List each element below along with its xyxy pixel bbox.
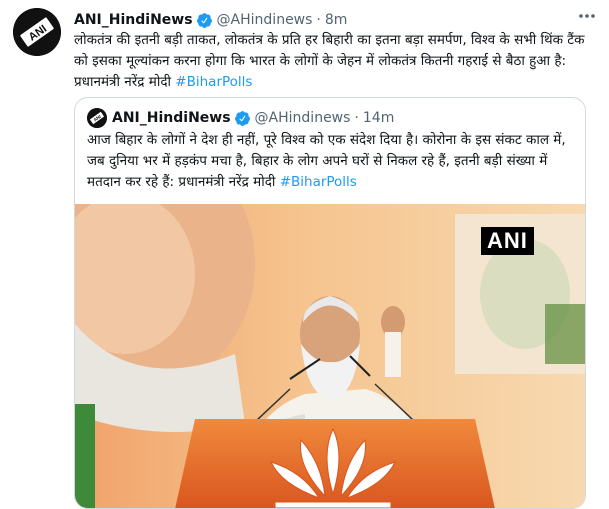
separator-dot: · <box>354 110 359 126</box>
author-avatar[interactable]: ANI <box>13 8 61 56</box>
quoted-tweet-header: ANI ANI_HindiNews @AHindinews · 14m <box>87 106 394 130</box>
tweet-text-content: लोकतंत्र की इतनी बड़ी ताकत, लोकतंत्र के … <box>74 32 585 90</box>
media-watermark-logo: ANI <box>481 227 534 255</box>
tweet-header: ANI_HindiNews @AHindinews · 8m <box>74 10 347 30</box>
quoted-author-avatar[interactable]: ANI <box>87 108 107 128</box>
verified-badge-icon <box>196 12 213 29</box>
quoted-author-handle[interactable]: @AHindinews <box>255 110 351 126</box>
quoted-tweet[interactable]: ANI ANI_HindiNews @AHindinews · 14m आज ब… <box>74 97 586 509</box>
quoted-tweet-image[interactable]: ANI <box>75 204 585 508</box>
quoted-hashtag-link[interactable]: #BiharPolls <box>280 174 357 190</box>
quoted-tweet-text: आज बिहार के लोगों ने देश ही नहीं, पूरे व… <box>87 130 573 193</box>
quoted-timestamp[interactable]: 14m <box>363 110 394 126</box>
author-name[interactable]: ANI_HindiNews <box>74 12 193 28</box>
hashtag-link[interactable]: #BiharPolls <box>175 74 252 90</box>
more-options-icon[interactable] <box>575 6 599 26</box>
author-handle[interactable]: @AHindinews <box>217 12 313 28</box>
tweet[interactable]: ANI ANI_HindiNews @AHindinews · 8m लोकतं… <box>0 0 609 509</box>
tweet-timestamp[interactable]: 8m <box>325 12 348 28</box>
verified-badge-icon <box>234 110 251 127</box>
separator-dot: · <box>316 12 321 28</box>
quoted-author-name[interactable]: ANI_HindiNews <box>112 110 231 126</box>
tweet-text: लोकतंत्र की इतनी बड़ी ताकत, लोकतंत्र के … <box>74 30 598 93</box>
